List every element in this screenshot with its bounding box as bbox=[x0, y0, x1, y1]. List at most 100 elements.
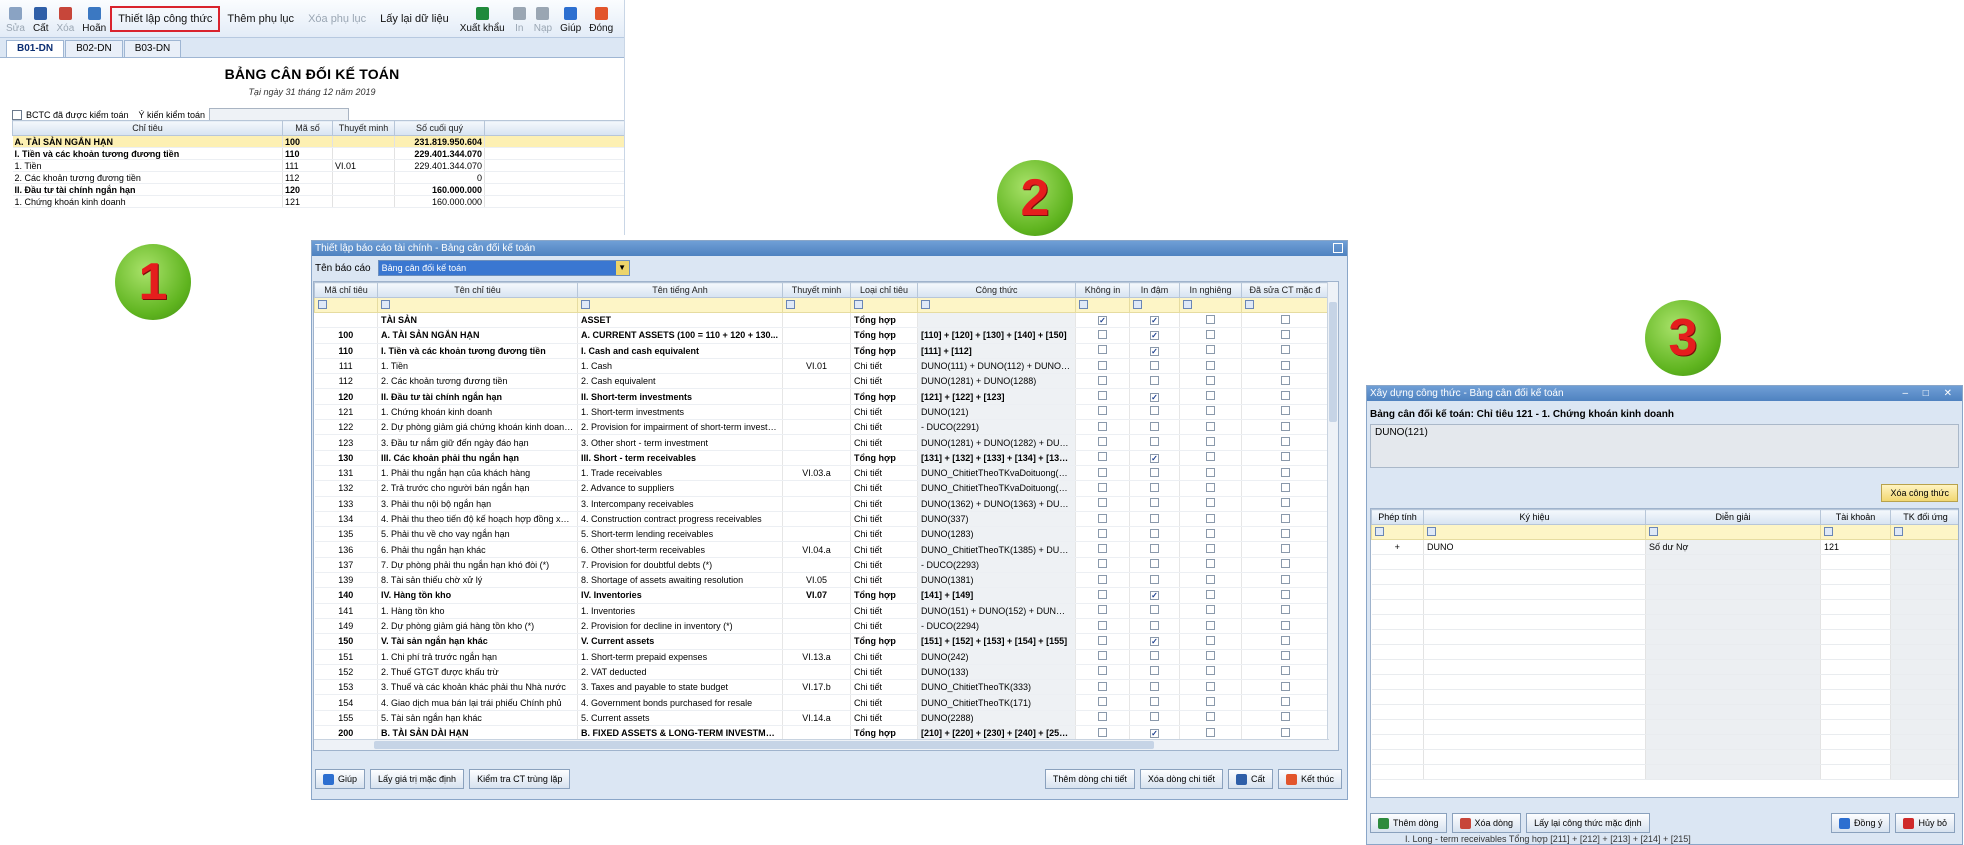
table-row[interactable]: II. Đầu tư tài chính ngắn hạn 120 160.000.… bbox=[12, 183, 624, 196]
filter-icon[interactable] bbox=[1427, 526, 1436, 536]
column-header[interactable]: Phép tính bbox=[1371, 509, 1424, 525]
cell-formula[interactable]: DUNO(1283) bbox=[917, 526, 1076, 543]
bold-checkbox[interactable] bbox=[1150, 498, 1159, 508]
edited-checkbox[interactable] bbox=[1280, 635, 1290, 645]
edited-checkbox[interactable] bbox=[1280, 605, 1290, 615]
table-row[interactable]: 137 7. Dự phòng phải thu ngắn hạn khó đòi… bbox=[314, 557, 1329, 574]
filter-cell[interactable] bbox=[1890, 524, 1958, 540]
table-row[interactable]: 154 4. Giao dịch mua bán lại trái phiếu C… bbox=[314, 694, 1329, 711]
table-row[interactable]: 121 1. Chứng khoán kinh doanh 1. Short-ter… bbox=[314, 404, 1329, 421]
bold-checkbox[interactable] bbox=[1150, 574, 1159, 584]
column-header[interactable]: Công thức bbox=[917, 282, 1076, 298]
column-header[interactable]: Thuyết minh bbox=[332, 120, 395, 136]
cell-formula[interactable]: [131] + [132] + [133] + [134] + [135]... bbox=[917, 450, 1076, 466]
bold-checkbox[interactable] bbox=[1150, 482, 1159, 492]
filter-icon[interactable] bbox=[1245, 299, 1254, 309]
edited-checkbox[interactable] bbox=[1280, 360, 1290, 370]
no-print-checkbox[interactable] bbox=[1098, 452, 1107, 462]
table-row[interactable]: 130 III. Các khoản phải thu ngắn hạn III. … bbox=[314, 450, 1329, 466]
filter-icon[interactable] bbox=[921, 299, 930, 309]
filter-icon[interactable] bbox=[1649, 526, 1658, 536]
cell-formula[interactable]: [121] + [122] + [123] bbox=[917, 388, 1076, 405]
no-print-checkbox[interactable] bbox=[1098, 421, 1107, 431]
cell-formula[interactable]: DUNO(242) bbox=[917, 649, 1076, 665]
table-row[interactable]: 122 2. Dự phòng giảm giá chứng khoán kinh… bbox=[314, 419, 1329, 436]
filter-icon[interactable] bbox=[1133, 299, 1142, 309]
no-print-checkbox[interactable] bbox=[1098, 528, 1107, 538]
cell-formula[interactable]: - DUCO(2293) bbox=[917, 557, 1076, 574]
column-header[interactable]: TK đối ứng bbox=[1890, 509, 1958, 525]
bold-checkbox[interactable]: ✓ bbox=[1150, 591, 1159, 601]
window-controls[interactable]: – □ ✕ bbox=[1902, 386, 1958, 401]
cell-formula[interactable]: DUNO(337) bbox=[917, 511, 1076, 528]
edited-checkbox[interactable] bbox=[1280, 681, 1290, 691]
edited-checkbox[interactable] bbox=[1280, 329, 1290, 339]
no-print-checkbox[interactable] bbox=[1098, 406, 1107, 416]
bold-checkbox[interactable]: ✓ bbox=[1150, 453, 1159, 463]
audited-checkbox[interactable] bbox=[12, 110, 22, 120]
filter-cell[interactable] bbox=[1820, 524, 1891, 540]
edited-checkbox[interactable] bbox=[1280, 314, 1290, 324]
no-print-checkbox[interactable] bbox=[1098, 467, 1107, 477]
italic-checkbox[interactable] bbox=[1206, 727, 1215, 737]
tab-b02-dn[interactable]: B02-DN bbox=[65, 40, 123, 57]
cell-account[interactable]: 121 bbox=[1820, 539, 1891, 555]
giup-button[interactable]: Giúp bbox=[315, 769, 366, 789]
edited-checkbox[interactable] bbox=[1280, 666, 1290, 676]
bold-checkbox[interactable] bbox=[1150, 375, 1159, 385]
italic-checkbox[interactable] bbox=[1206, 620, 1215, 630]
report-name-select[interactable]: Bảng cân đối kế toán ▼ bbox=[377, 260, 630, 276]
lay-lai-cong-thuc-mac-dinh-button[interactable]: Lấy lại công thức mặc định bbox=[1526, 813, 1650, 833]
edited-checkbox[interactable] bbox=[1280, 391, 1290, 401]
cell-symbol[interactable]: DUNO bbox=[1423, 539, 1646, 555]
table-row[interactable]: A. TÀI SẢN NGẮN HẠN 100 231.819.950.604 bbox=[12, 135, 624, 148]
bold-checkbox[interactable]: ✓ bbox=[1150, 316, 1159, 326]
bold-checkbox[interactable] bbox=[1150, 528, 1159, 538]
filter-icon[interactable] bbox=[581, 299, 590, 309]
italic-checkbox[interactable] bbox=[1206, 697, 1215, 707]
italic-checkbox[interactable] bbox=[1206, 528, 1215, 538]
chevron-down-icon[interactable]: ▼ bbox=[615, 261, 629, 275]
table-row[interactable]: 1. Chứng khoán kinh doanh 121 160.000.000 bbox=[12, 195, 624, 208]
filter-icon[interactable] bbox=[1894, 526, 1903, 536]
cell-formula[interactable]: DUNO(1381) bbox=[917, 572, 1076, 589]
bold-checkbox[interactable]: ✓ bbox=[1150, 331, 1159, 341]
ket-thuc-button[interactable]: Kết thúc bbox=[1277, 769, 1342, 789]
cell-formula[interactable]: [110] + [120] + [130] + [140] + [150] bbox=[917, 327, 1076, 344]
xoa-phu-luc-button[interactable]: Xóa phụ lục bbox=[301, 1, 373, 37]
no-print-checkbox[interactable] bbox=[1098, 375, 1107, 385]
table-row[interactable]: 123 3. Đầu tư nắm giữ đến ngày đáo hạn 3. … bbox=[314, 434, 1329, 451]
cell-formula[interactable]: DUNO(133) bbox=[917, 664, 1076, 681]
no-print-checkbox[interactable] bbox=[1098, 360, 1107, 370]
formula-text[interactable]: DUNO(121) bbox=[1370, 424, 1959, 468]
xuat-khau-button[interactable]: Xuất khẩu bbox=[456, 1, 509, 37]
edited-checkbox[interactable] bbox=[1280, 651, 1290, 661]
table-row[interactable]: 134 4. Phải thu theo tiến độ kế hoạch hợp… bbox=[314, 511, 1329, 528]
no-print-checkbox[interactable] bbox=[1098, 544, 1107, 554]
filter-icon[interactable] bbox=[786, 299, 795, 309]
cell-formula[interactable]: DUNO(2288) bbox=[917, 710, 1076, 727]
edited-checkbox[interactable] bbox=[1280, 727, 1290, 737]
italic-checkbox[interactable] bbox=[1206, 421, 1215, 431]
no-print-checkbox[interactable] bbox=[1098, 605, 1107, 615]
column-header[interactable]: Loại chỉ tiêu bbox=[850, 282, 918, 298]
cat-button[interactable]: Cất bbox=[29, 1, 53, 37]
cell-formula[interactable]: - DUCO(2294) bbox=[917, 618, 1076, 635]
column-header[interactable]: In nghiêng bbox=[1179, 282, 1242, 298]
italic-checkbox[interactable] bbox=[1206, 482, 1215, 492]
edited-checkbox[interactable] bbox=[1280, 574, 1290, 584]
lay-lai-du-lieu-button[interactable]: Lấy lại dữ liệu bbox=[373, 1, 456, 37]
xoa-button[interactable]: Xóa bbox=[53, 1, 79, 37]
table-row[interactable]: 110 I. Tiền và các khoản tương đương tiền… bbox=[314, 343, 1329, 359]
edited-checkbox[interactable] bbox=[1280, 452, 1290, 462]
table-row[interactable]: 152 2. Thuế GTGT được khấu trừ 2. VAT dedu… bbox=[314, 664, 1329, 681]
no-print-checkbox[interactable] bbox=[1098, 574, 1107, 584]
table-row[interactable]: 139 8. Tài sản thiếu chờ xử lý 8. Shortage… bbox=[314, 572, 1329, 589]
bold-checkbox[interactable]: ✓ bbox=[1150, 637, 1159, 647]
no-print-checkbox[interactable] bbox=[1098, 666, 1107, 676]
tab-b01-dn[interactable]: B01-DN bbox=[6, 40, 65, 57]
filter-cell[interactable] bbox=[1075, 297, 1130, 313]
edited-checkbox[interactable] bbox=[1280, 513, 1290, 523]
edited-checkbox[interactable] bbox=[1280, 544, 1290, 554]
italic-checkbox[interactable] bbox=[1206, 651, 1215, 661]
